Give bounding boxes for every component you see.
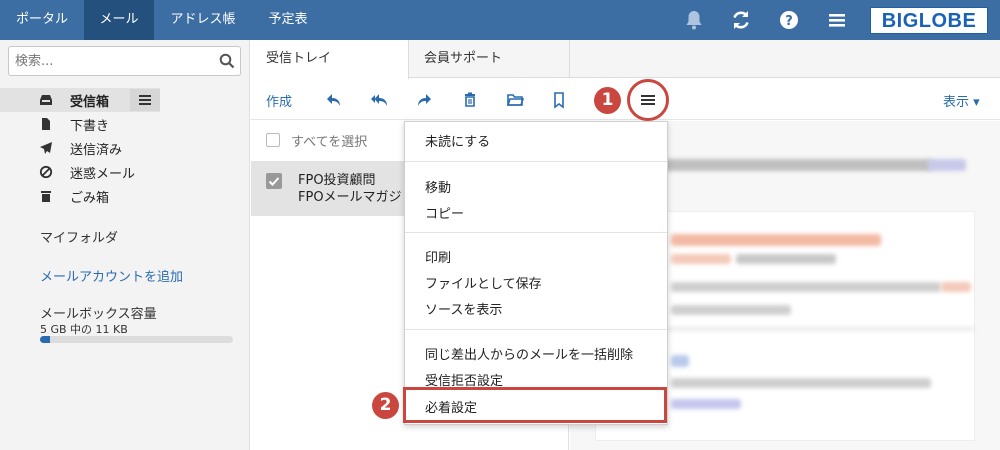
select-all-checkbox[interactable] <box>266 133 280 147</box>
menu-item-save-as-file[interactable]: ファイルとして保存 <box>425 273 542 292</box>
my-folder-heading[interactable]: マイフォルダ <box>40 227 118 246</box>
top-nav: ポータル メール アドレス帳 予定表 ? BIGLOBE <box>0 0 1000 40</box>
forward-icon[interactable] <box>415 91 433 109</box>
menu-separator <box>405 329 667 330</box>
highlight-ring <box>627 79 669 121</box>
mail-subject: FPOメールマガジ <box>298 190 402 205</box>
trash-icon <box>39 189 53 203</box>
reply-all-icon[interactable] <box>370 91 388 109</box>
biglobe-logo[interactable]: BIGLOBE <box>870 7 988 34</box>
tab-inbox[interactable]: 受信トレイ <box>251 40 409 79</box>
capacity-bar-fill <box>40 336 50 343</box>
sidebar: 受信箱 下書き 送信済み 迷惑メール ごみ箱 マイフォルダ メールアカウントを追… <box>0 40 250 450</box>
folder-drafts[interactable]: 下書き <box>0 112 250 136</box>
bell-icon[interactable] <box>682 8 706 32</box>
menu-item-move[interactable]: 移動 <box>425 177 451 196</box>
bookmark-icon[interactable] <box>550 91 568 109</box>
nav-tab-calendar[interactable]: 予定表 <box>252 0 324 40</box>
delete-icon[interactable] <box>461 91 479 109</box>
folder-open-icon[interactable] <box>506 91 524 109</box>
capacity-title: メールボックス容量 <box>40 307 157 322</box>
view-dropdown[interactable]: 表示 ▾ <box>943 91 980 110</box>
send-icon <box>39 141 53 155</box>
folder-label: ごみ箱 <box>70 191 110 206</box>
folder-sent[interactable]: 送信済み <box>0 136 250 160</box>
select-all-label: すべてを選択 <box>291 135 368 150</box>
search-input[interactable] <box>15 51 210 71</box>
nav-tab-portal[interactable]: ポータル <box>0 0 84 40</box>
folder-label: 受信箱 <box>70 95 110 110</box>
refresh-icon[interactable] <box>729 8 753 32</box>
highlight-box <box>403 387 667 423</box>
menu-item-bulk-delete-same-sender[interactable]: 同じ差出人からのメールを一括削除 <box>425 344 633 363</box>
svg-text:?: ? <box>785 14 793 29</box>
menu-separator <box>405 161 667 162</box>
folder-label: 迷惑メール <box>70 167 136 182</box>
nav-tab-address-book[interactable]: アドレス帳 <box>154 0 252 40</box>
compose-button[interactable]: 作成 <box>266 91 292 110</box>
hamburger-menu-icon[interactable] <box>825 8 849 32</box>
menu-item-copy[interactable]: コピー <box>425 203 464 222</box>
mail-toolbar: 作成 表示 ▾ <box>251 79 1000 120</box>
folder-label: 送信済み <box>70 143 123 158</box>
file-icon <box>39 117 53 131</box>
blurred-text <box>662 159 932 171</box>
folder-label: 下書き <box>70 119 110 134</box>
folder-spam[interactable]: 迷惑メール <box>0 160 250 184</box>
folder-menu-button[interactable] <box>130 89 160 111</box>
block-icon <box>39 165 53 179</box>
menu-item-view-source[interactable]: ソースを表示 <box>425 299 502 318</box>
reply-icon[interactable] <box>325 91 343 109</box>
inbox-icon <box>39 93 53 107</box>
menu-separator <box>405 232 667 233</box>
blurred-text <box>928 159 966 171</box>
add-mail-account-link[interactable]: メールアカウントを追加 <box>40 266 183 285</box>
tab-member-support[interactable]: 会員サポート <box>409 40 570 78</box>
mail-checkbox[interactable] <box>266 173 282 189</box>
capacity-bar <box>40 336 233 343</box>
search-icon[interactable] <box>219 53 235 69</box>
menu-item-print[interactable]: 印刷 <box>425 247 451 266</box>
search-box[interactable] <box>8 46 241 76</box>
nav-tab-mail[interactable]: メール <box>84 0 154 40</box>
menu-item-mark-unread[interactable]: 未読にする <box>425 131 490 150</box>
folder-trash[interactable]: ごみ箱 <box>0 184 250 208</box>
step-badge-1: 1 <box>594 87 621 114</box>
step-badge-2: 2 <box>372 392 399 419</box>
more-actions-menu: 未読にする 移動 コピー 印刷 ファイルとして保存 ソースを表示 同じ差出人から… <box>403 121 668 425</box>
folder-inbox[interactable]: 受信箱 <box>0 88 250 112</box>
capacity-text: 5 GB 中の 11 KB <box>40 323 128 336</box>
mail-tab-bar: 受信トレイ 会員サポート <box>251 40 1000 79</box>
help-icon[interactable]: ? <box>777 8 801 32</box>
